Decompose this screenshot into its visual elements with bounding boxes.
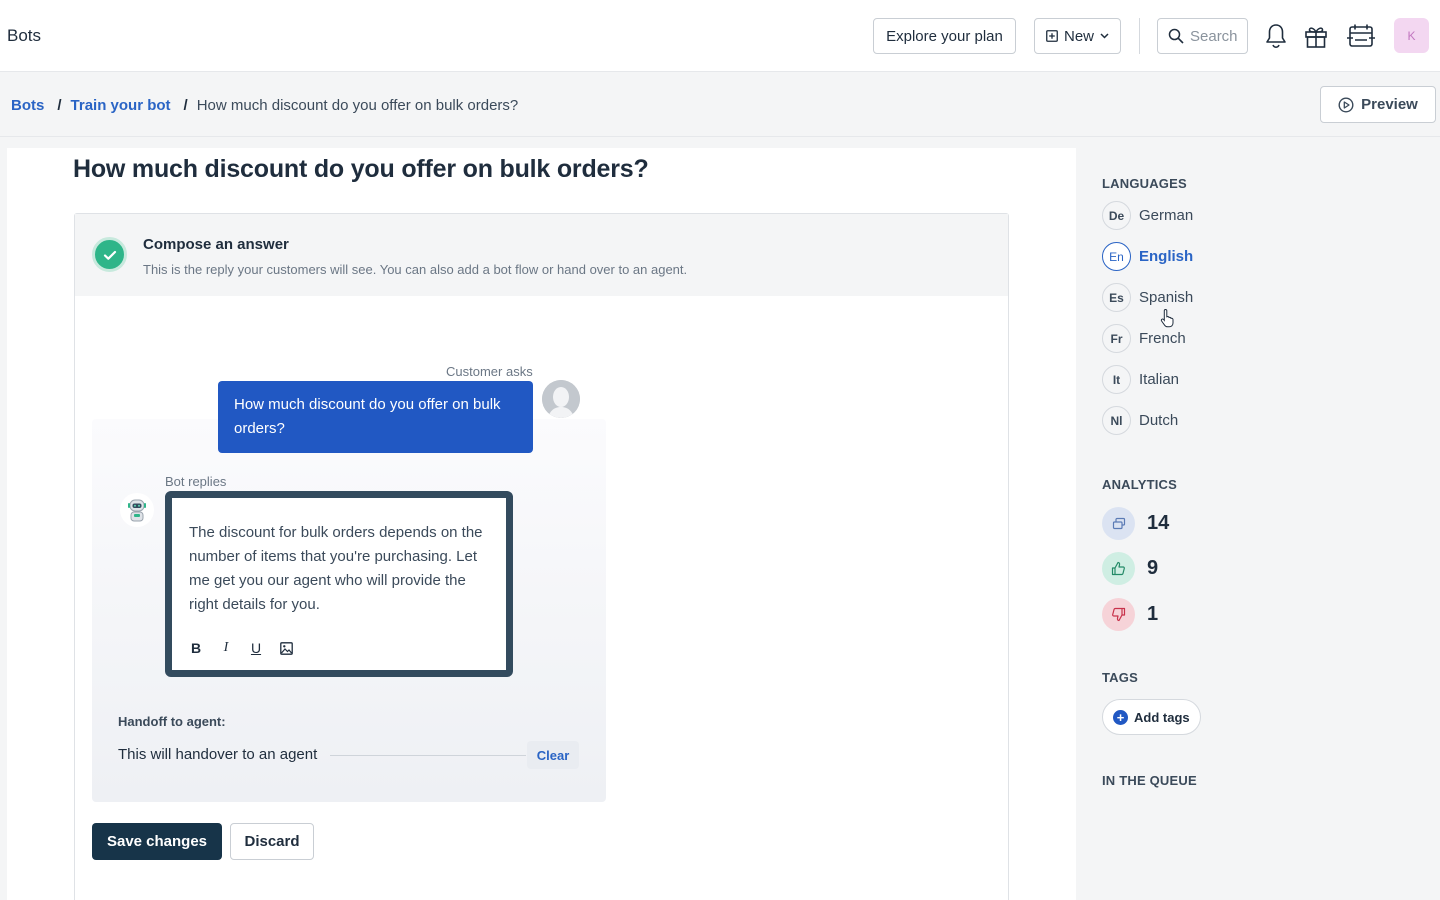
- language-name: Dutch: [1139, 412, 1179, 429]
- language-item-german[interactable]: De German: [1102, 201, 1193, 230]
- formatting-toolbar: B I U: [189, 639, 293, 657]
- card-header: Compose an answer This is the reply your…: [75, 214, 1008, 296]
- add-tags-label: Add tags: [1134, 709, 1190, 725]
- notifications-button[interactable]: [1261, 20, 1291, 52]
- image-icon: [279, 641, 293, 655]
- insert-image-button[interactable]: [279, 639, 293, 657]
- language-name: English: [1139, 248, 1194, 265]
- language-code-badge: De: [1102, 201, 1131, 230]
- language-item-english[interactable]: En English: [1102, 242, 1193, 271]
- clear-handoff-button[interactable]: Clear: [527, 741, 579, 769]
- language-name: French: [1139, 330, 1186, 347]
- analytics-value: 9: [1147, 557, 1159, 579]
- breadcrumb-train-your-bot[interactable]: Train your bot: [71, 97, 171, 114]
- robot-icon: [128, 499, 146, 522]
- tags-title: TAGS: [1102, 670, 1138, 685]
- search-icon: [1168, 28, 1184, 44]
- handoff-text: This will handover to an agent: [118, 746, 318, 763]
- conversations-icon: [1102, 507, 1135, 540]
- underline-button[interactable]: U: [249, 639, 263, 657]
- language-name: Spanish: [1139, 289, 1194, 306]
- top-bar: Bots Explore your plan New K: [0, 0, 1440, 72]
- calendar-button[interactable]: [1345, 20, 1377, 52]
- calendar-icon: [1347, 24, 1375, 47]
- chevron-down-icon: [1100, 33, 1109, 39]
- handoff-divider: [330, 755, 526, 756]
- search-input[interactable]: [1190, 27, 1246, 45]
- preview-button[interactable]: Preview: [1320, 86, 1436, 123]
- check-icon: [92, 237, 127, 272]
- customer-avatar: [542, 380, 580, 418]
- page-title: How much discount do you offer on bulk o…: [73, 155, 649, 183]
- main-panel: How much discount do you offer on bulk o…: [7, 148, 1076, 900]
- language-name: German: [1139, 207, 1194, 224]
- preview-button-label: Preview: [1361, 96, 1418, 113]
- analytics-value: 1: [1147, 603, 1159, 625]
- language-name: Italian: [1139, 371, 1180, 388]
- analytics-thumbs-up: 9: [1102, 552, 1158, 585]
- person-icon: [542, 380, 580, 418]
- customer-asks-label: Customer asks: [446, 364, 533, 379]
- breadcrumb-bar: Bots / Train your bot / How much discoun…: [0, 72, 1440, 137]
- analytics-value: 14: [1147, 512, 1170, 534]
- language-item-italian[interactable]: It Italian: [1102, 365, 1179, 394]
- language-item-spanish[interactable]: Es Spanish: [1102, 283, 1193, 312]
- thumbs-up-icon: [1102, 552, 1135, 585]
- hand-cursor-icon: [1160, 308, 1174, 328]
- customer-message-bubble: How much discount do you offer on bulk o…: [218, 381, 533, 453]
- bold-button[interactable]: B: [189, 639, 203, 657]
- bot-reply-editor[interactable]: The discount for bulk orders depends on …: [165, 491, 513, 677]
- in-the-queue-title: IN THE QUEUE: [1102, 773, 1197, 788]
- breadcrumb-bots[interactable]: Bots: [11, 97, 44, 114]
- card-title: Compose an answer: [143, 236, 289, 253]
- breadcrumb-separator: /: [183, 97, 188, 114]
- plus-square-icon: [1046, 30, 1058, 42]
- gift-button[interactable]: [1301, 20, 1331, 52]
- breadcrumb: Bots / Train your bot / How much discoun…: [11, 97, 518, 114]
- play-circle-icon: [1338, 96, 1354, 113]
- bot-reply-text[interactable]: The discount for bulk orders depends on …: [189, 521, 499, 617]
- bot-replies-label: Bot replies: [165, 474, 227, 489]
- card-subtitle: This is the reply your customers will se…: [143, 262, 688, 277]
- explore-plan-button[interactable]: Explore your plan: [873, 18, 1016, 54]
- language-item-dutch[interactable]: Nl Dutch: [1102, 406, 1178, 435]
- language-code-badge: It: [1102, 365, 1131, 394]
- italic-button[interactable]: I: [219, 639, 233, 657]
- save-changes-button[interactable]: Save changes: [92, 823, 222, 860]
- thumbs-down-icon: [1102, 598, 1135, 631]
- compose-answer-card: Compose an answer This is the reply your…: [74, 213, 1009, 900]
- discard-button[interactable]: Discard: [230, 823, 314, 860]
- plus-icon: +: [1113, 709, 1128, 725]
- right-sidebar: LANGUAGES De German En English Es Spanis…: [1076, 148, 1435, 900]
- bell-icon: [1266, 24, 1286, 49]
- user-avatar[interactable]: K: [1394, 18, 1429, 53]
- handoff-label: Handoff to agent:: [118, 714, 226, 729]
- app-title: Bots: [7, 26, 42, 45]
- new-button-label: New: [1063, 27, 1094, 45]
- bot-avatar: [120, 493, 154, 527]
- breadcrumb-current: How much discount do you offer on bulk o…: [196, 97, 519, 114]
- divider: [1139, 18, 1140, 54]
- breadcrumb-separator: /: [57, 97, 62, 114]
- new-button[interactable]: New: [1034, 18, 1121, 54]
- language-code-badge: Es: [1102, 283, 1131, 312]
- language-code-badge: En: [1102, 242, 1131, 271]
- add-tags-button[interactable]: + Add tags: [1102, 699, 1201, 735]
- search-box[interactable]: [1157, 18, 1248, 54]
- language-item-french[interactable]: Fr French: [1102, 324, 1186, 353]
- languages-title: LANGUAGES: [1102, 176, 1187, 191]
- gift-icon: [1305, 27, 1327, 48]
- language-code-badge: Nl: [1102, 406, 1131, 435]
- language-code-badge: Fr: [1102, 324, 1131, 353]
- analytics-thumbs-down: 1: [1102, 598, 1158, 631]
- analytics-conversations: 14: [1102, 507, 1169, 540]
- analytics-title: ANALYTICS: [1102, 477, 1177, 492]
